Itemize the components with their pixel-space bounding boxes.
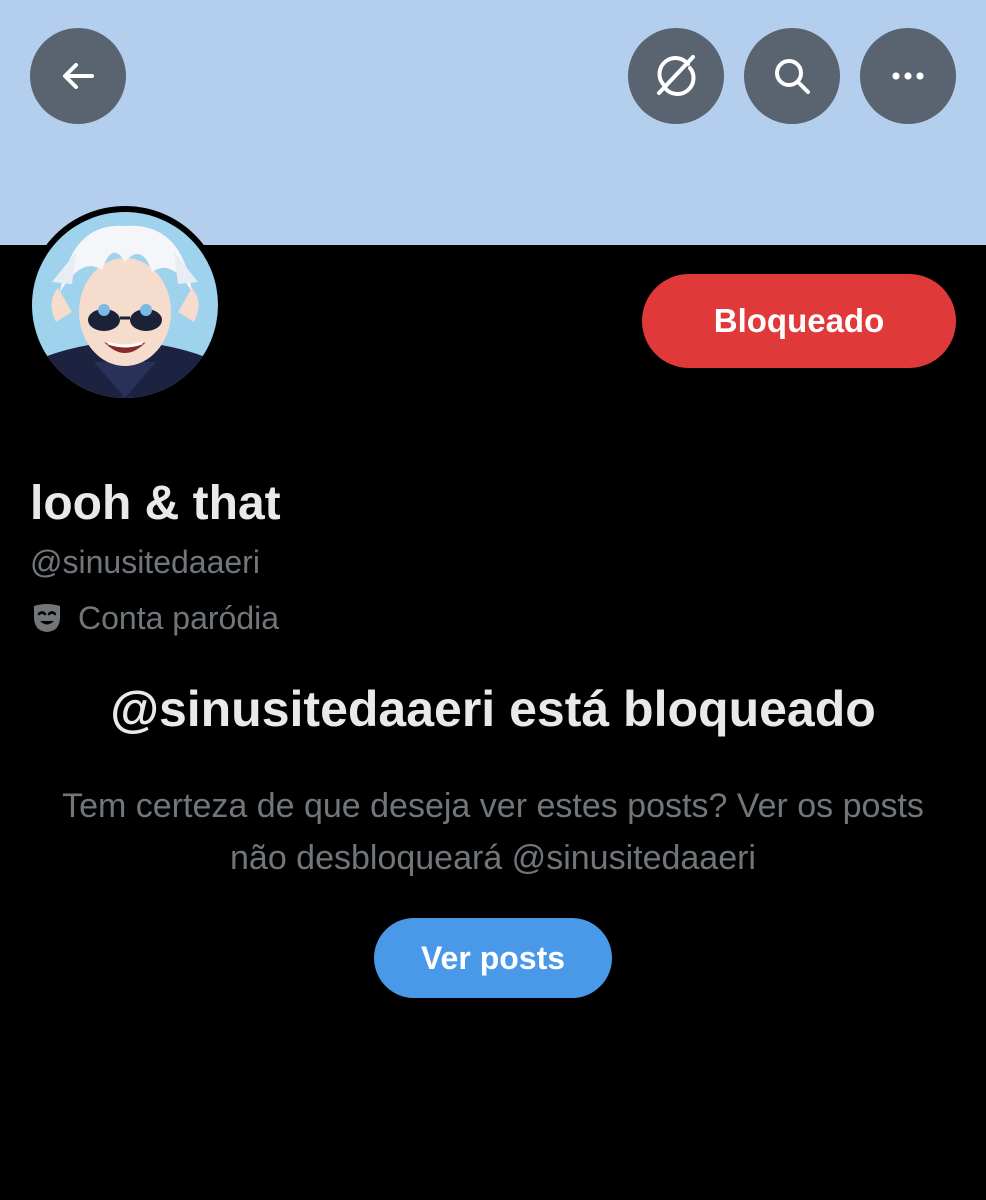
search-icon (775, 59, 810, 94)
view-posts-button-label: Ver posts (420, 939, 566, 976)
display-name: looh & that (30, 477, 281, 530)
grok-button[interactable] (628, 28, 724, 124)
avatar[interactable] (32, 212, 218, 398)
blocked-button-label: Bloqueado (713, 302, 885, 339)
back-button[interactable] (30, 28, 126, 124)
avatar-image (32, 212, 218, 398)
view-posts-button[interactable]: Ver posts (374, 918, 612, 998)
blocked-description: Tem certeza de que deseja ver estes post… (62, 787, 924, 877)
parody-label-text: Conta paródia (78, 599, 280, 636)
mask-icon (34, 604, 60, 632)
more-options-button[interactable] (860, 28, 956, 124)
blocked-title: @sinusitedaaeri está bloqueado (110, 681, 876, 737)
search-button[interactable] (744, 28, 840, 124)
more-horizontal-icon (892, 72, 924, 80)
profile-page: Bloqueado looh & that @sinusitedaaeri Co… (0, 0, 986, 1200)
arrow-left-icon (63, 63, 94, 89)
blocked-button[interactable]: Bloqueado (642, 274, 956, 368)
grok-icon (657, 55, 696, 96)
parody-label: Conta paródia (30, 596, 279, 640)
user-handle: @sinusitedaaeri (30, 544, 260, 580)
